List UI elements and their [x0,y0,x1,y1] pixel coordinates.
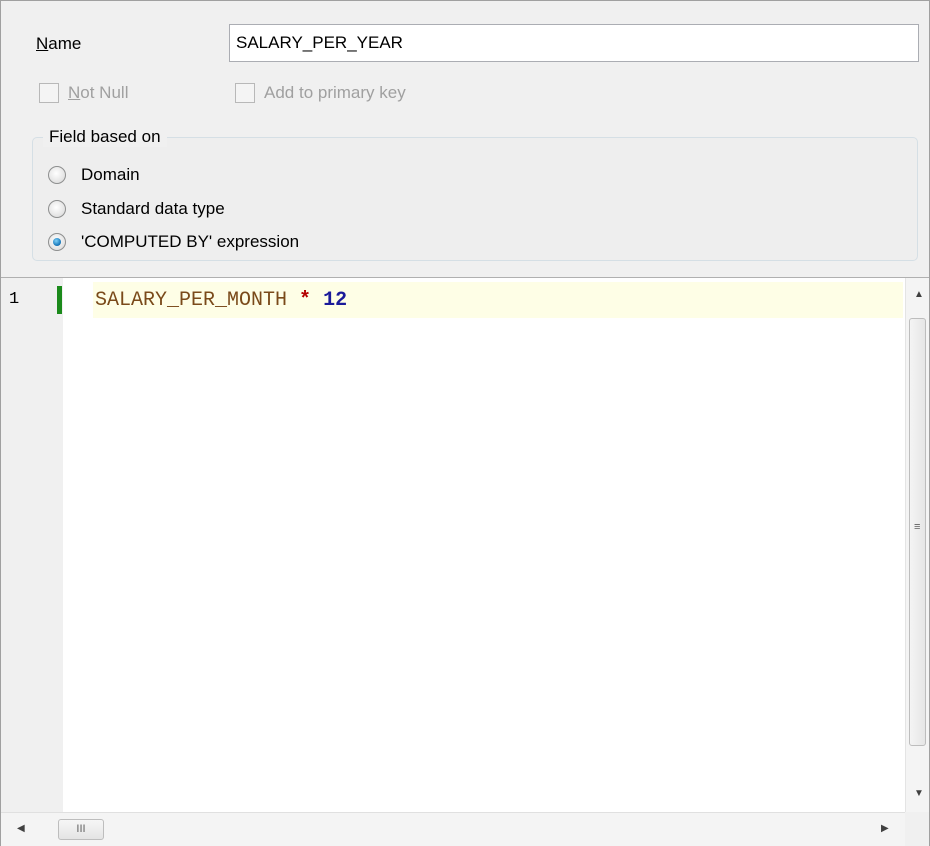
line-number: 1 [9,290,20,309]
scroll-up-arrow-icon[interactable]: ▲ [914,289,924,300]
horizontal-scroll-thumb[interactable]: III [58,819,104,840]
not-null-checkbox[interactable]: Not Null [39,83,128,103]
field-based-on-title: Field based on [43,127,167,147]
radio-computed-by-button[interactable] [48,233,66,251]
grip-icon: ≡ [914,521,921,533]
scroll-right-arrow-icon[interactable]: ▶ [881,823,889,834]
code-operator: * [299,289,312,312]
add-to-primary-key-checkbox-box[interactable] [235,83,255,103]
radio-standard-data-type-button[interactable] [48,200,66,218]
not-null-label-text: ot Null [80,83,129,102]
radio-standard-data-type-label: Standard data type [81,199,225,218]
not-null-checkbox-box[interactable] [39,83,59,103]
radio-standard-data-type[interactable]: Standard data type [48,199,225,219]
not-null-label: Not Null [68,83,128,103]
vertical-scrollbar[interactable]: ▲ ≡ ▼ [905,278,929,812]
line-number-gutter: 1 [1,278,63,812]
name-input[interactable] [229,24,919,62]
horizontal-scrollbar[interactable]: ◀ III ▶ [1,812,905,846]
add-to-primary-key-checkbox[interactable]: Add to primary key [235,83,406,103]
name-label-accelerator: N [36,34,49,53]
name-label-text: ame [48,34,82,53]
scroll-left-arrow-icon[interactable]: ◀ [17,823,25,834]
radio-domain-button[interactable] [48,166,66,184]
radio-computed-by-expression[interactable]: 'COMPUTED BY' expression [48,232,299,252]
modified-line-marker [57,286,62,314]
radio-computed-by-label: 'COMPUTED BY' expression [81,232,300,251]
sql-expression-editor[interactable]: 1 SALARY_PER_MONTH * 12 ▲ ≡ ▼ ◀ III ▶ [1,277,929,846]
add-to-primary-key-label: Add to primary key [264,83,406,102]
code-identifier: SALARY_PER_MONTH [95,289,288,312]
computed-field-dialog: Name Not Null Add to primary key Field b… [0,0,930,846]
scroll-down-arrow-icon[interactable]: ▼ [914,788,924,799]
name-label: Name [36,34,81,54]
radio-domain[interactable]: Domain [48,165,140,185]
not-null-accelerator: N [68,83,81,102]
radio-domain-label: Domain [81,165,140,184]
code-line[interactable]: SALARY_PER_MONTH * 12 [95,289,347,312]
vertical-scroll-thumb[interactable]: ≡ [909,318,926,746]
code-number: 12 [323,289,348,312]
scrollbar-corner [905,812,929,846]
